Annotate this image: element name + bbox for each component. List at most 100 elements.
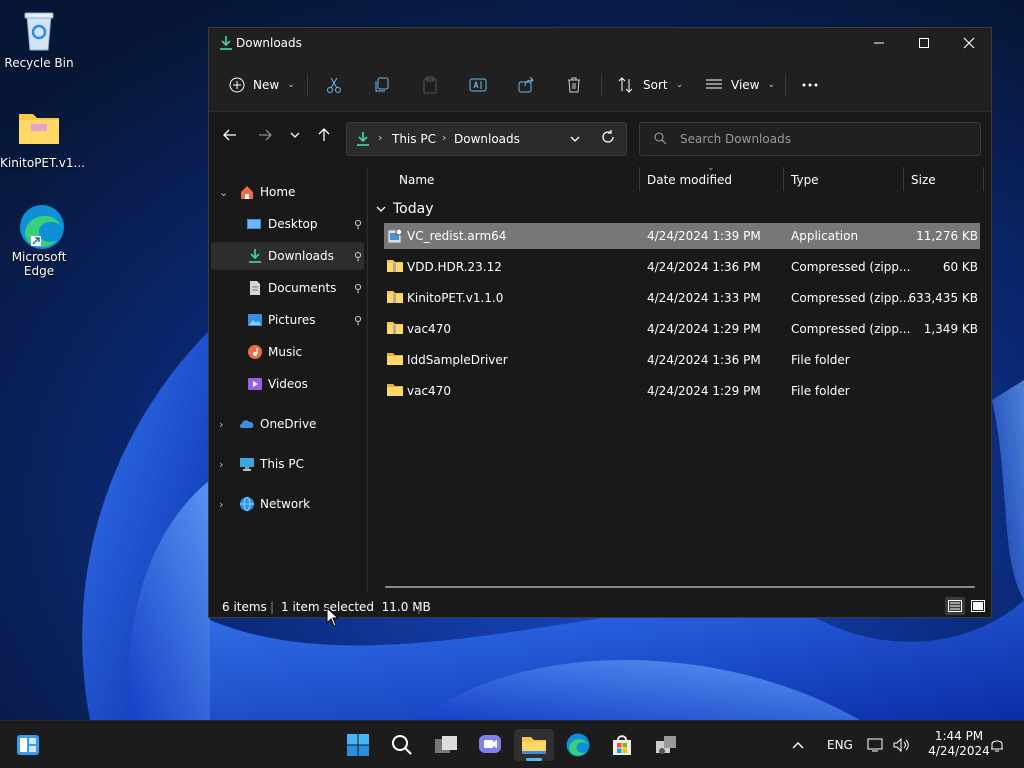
horizontal-scrollbar[interactable] <box>385 586 975 588</box>
details-view-button[interactable] <box>945 597 965 615</box>
delete-button[interactable] <box>565 70 583 100</box>
sidebar-item-videos[interactable]: Videos <box>211 370 364 398</box>
recent-locations-button[interactable] <box>282 123 308 147</box>
sidebar-item-onedrive[interactable]: › OneDrive <box>211 410 364 438</box>
widgets-button[interactable] <box>8 729 48 761</box>
chevron-right-icon: › <box>378 131 383 144</box>
file-row[interactable]: KinitoPET.v1.1.0 4/24/2024 1:33 PM Compres… <box>384 285 980 311</box>
start-button[interactable] <box>338 729 378 761</box>
desktop-icon-label: KinitoPET.v1... <box>0 156 85 170</box>
task-view-icon <box>435 736 457 753</box>
copy-button[interactable] <box>373 70 391 100</box>
desktop-icon-label: Recycle Bin <box>4 56 74 70</box>
file-list: Name ⌄ Date modified Type Size Today VC_… <box>369 161 991 593</box>
address-history-button[interactable] <box>569 132 581 146</box>
network-status-button[interactable] <box>862 729 888 761</box>
minimize-button[interactable] <box>856 28 902 58</box>
up-button[interactable] <box>311 123 337 147</box>
sidebar-item-label: Videos <box>268 377 308 391</box>
desktop-icon-kinitopet[interactable]: KinitoPET.v1... <box>0 108 85 170</box>
show-hidden-icons-button[interactable] <box>784 729 812 761</box>
input-language[interactable]: ENG <box>827 738 853 752</box>
sidebar-item-label: Network <box>260 497 311 511</box>
search-button[interactable] <box>382 729 422 761</box>
group-label: Today <box>393 201 434 217</box>
new-button[interactable]: New ⌄ <box>229 70 295 100</box>
file-name: KinitoPET.v1.1.0 <box>407 291 504 305</box>
sidebar-item-home[interactable]: ⌄ Home <box>211 178 364 206</box>
address-bar[interactable]: › This PC › Downloads <box>346 122 627 156</box>
file-row[interactable]: VDD.HDR.23.12 4/24/2024 1:36 PM Compressed… <box>384 254 980 280</box>
forward-button[interactable] <box>252 123 278 147</box>
zip-folder-icon <box>387 259 403 275</box>
task-view-button[interactable] <box>426 729 466 761</box>
edge-icon <box>566 733 590 757</box>
sidebar-item-music[interactable]: Music <box>211 338 364 366</box>
refresh-button[interactable] <box>601 130 615 147</box>
file-explorer-taskbar-button[interactable] <box>514 729 554 761</box>
pin-icon[interactable]: ⚲ <box>354 218 362 231</box>
paste-button[interactable] <box>421 70 439 100</box>
file-explorer-window: Downloads New ⌄ Sort ⌄ View ⌄ › This PC … <box>208 27 992 618</box>
group-header-today[interactable]: Today <box>375 201 434 217</box>
view-button[interactable]: View ⌄ <box>705 70 775 100</box>
chevron-down-icon: ⌄ <box>287 80 295 90</box>
folder-icon <box>522 737 546 754</box>
file-name: vac470 <box>407 384 451 398</box>
sidebar-item-network[interactable]: › Network <box>211 490 364 518</box>
column-header-date[interactable]: Date modified <box>647 173 732 187</box>
title-bar[interactable]: Downloads <box>209 28 991 58</box>
file-row[interactable]: VC_redist.arm64 4/24/2024 1:39 PM Applicat… <box>384 223 980 249</box>
close-button[interactable] <box>946 28 991 58</box>
sidebar-item-downloads[interactable]: Downloads ⚲ <box>211 242 364 270</box>
refresh-icon <box>602 130 614 143</box>
tiles-view-button[interactable] <box>969 597 987 615</box>
edge-taskbar-button[interactable] <box>558 729 598 761</box>
file-row[interactable]: vac470 4/24/2024 1:29 PM Compressed (zipp.… <box>384 316 980 342</box>
search-box[interactable]: Search Downloads <box>639 122 981 156</box>
file-date: 4/24/2024 1:29 PM <box>647 322 761 336</box>
chevron-right-icon: › <box>219 457 224 471</box>
chevron-down-icon <box>570 136 580 142</box>
videos-icon <box>248 378 262 390</box>
file-row[interactable]: IddSampleDriver 4/24/2024 1:36 PM File fol… <box>384 347 980 373</box>
pin-icon[interactable]: ⚲ <box>354 314 362 327</box>
file-row[interactable]: vac470 4/24/2024 1:29 PM File folder <box>384 378 980 404</box>
column-header-size[interactable]: Size <box>911 173 936 187</box>
share-button[interactable] <box>517 70 535 100</box>
column-header-name[interactable]: Name <box>399 173 434 187</box>
desktop-icon-recycle-bin[interactable]: Recycle Bin <box>0 8 78 70</box>
sidebar-item-pictures[interactable]: Pictures ⚲ <box>211 306 364 334</box>
rename-button[interactable] <box>469 70 487 100</box>
share-icon <box>518 76 534 93</box>
back-button[interactable] <box>217 123 243 147</box>
new-label: New <box>253 78 280 92</box>
downloads-icon <box>249 249 261 263</box>
sort-button[interactable]: Sort ⌄ <box>617 70 683 100</box>
sidebar-item-this-pc[interactable]: › This PC <box>211 450 364 478</box>
breadcrumb-this-pc[interactable]: This PC <box>392 132 436 146</box>
maximize-button[interactable] <box>901 28 947 58</box>
zip-folder-icon <box>387 290 403 306</box>
view-list-icon <box>706 79 722 89</box>
column-header-type[interactable]: Type <box>791 173 819 187</box>
downloads-icon <box>356 131 370 150</box>
arrow-left-icon <box>223 129 236 141</box>
breadcrumb-downloads[interactable]: Downloads <box>454 132 520 146</box>
sidebar-item-label: Desktop <box>268 217 318 231</box>
installer-taskbar-button[interactable] <box>646 729 686 761</box>
notifications-button[interactable] <box>984 729 1010 761</box>
more-options-button[interactable] <box>801 70 819 100</box>
sidebar-item-label: Documents <box>268 281 337 295</box>
sidebar-item-desktop[interactable]: Desktop ⚲ <box>211 210 364 238</box>
volume-button[interactable] <box>888 729 914 761</box>
chevron-down-icon <box>290 132 300 138</box>
teams-chat-button[interactable] <box>470 729 510 761</box>
file-type: File folder <box>791 384 850 398</box>
cut-button[interactable] <box>325 70 343 100</box>
store-taskbar-button[interactable] <box>602 729 642 761</box>
pin-icon[interactable]: ⚲ <box>354 250 362 263</box>
pin-icon[interactable]: ⚲ <box>354 282 362 295</box>
desktop-icon-edge[interactable]: Microsoft Edge <box>0 202 78 278</box>
sidebar-item-documents[interactable]: Documents ⚲ <box>211 274 364 302</box>
